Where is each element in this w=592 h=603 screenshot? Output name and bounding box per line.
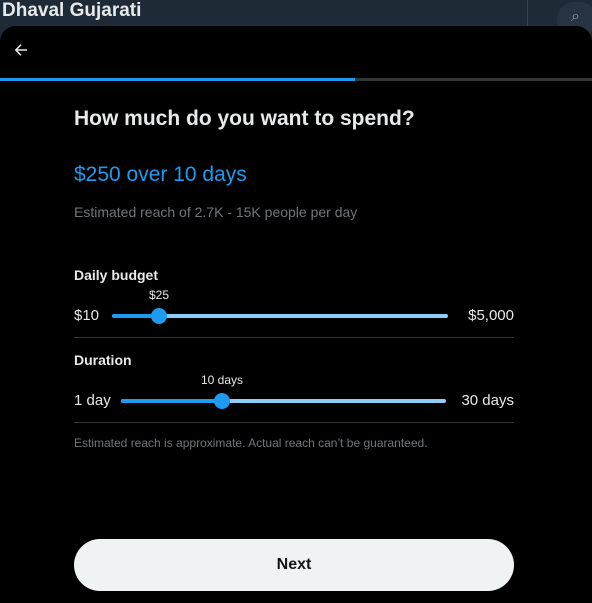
duration-slider[interactable] — [121, 393, 446, 409]
section-divider — [74, 337, 514, 338]
reach-disclaimer: Estimated reach is approximate. Actual r… — [74, 436, 428, 450]
step-progress-bar — [0, 78, 592, 81]
daily-budget-current-value: $25 — [148, 288, 170, 302]
duration-current-value: 10 days — [200, 373, 244, 387]
daily-budget-label: Daily budget — [74, 267, 159, 283]
duration-max-label: 30 days — [461, 392, 514, 409]
daily-budget-slider[interactable] — [112, 308, 448, 324]
duration-min-label: 1 day — [74, 392, 111, 409]
next-button[interactable]: Next — [74, 539, 514, 591]
daily-budget-slider-thumb[interactable] — [151, 308, 167, 324]
section-divider — [74, 422, 514, 423]
background-profile-name: Dhaval Gujarati — [2, 0, 142, 21]
daily-budget-max-label: $5,000 — [468, 307, 514, 324]
back-button[interactable] — [8, 37, 34, 63]
page-title: How much do you want to spend? — [74, 107, 415, 130]
promote-budget-modal: How much do you want to spend? $250 over… — [0, 26, 592, 603]
step-progress-fill — [0, 78, 356, 81]
search-icon: ⌕ — [571, 8, 580, 25]
duration-label: Duration — [74, 352, 132, 368]
duration-slider-thumb[interactable] — [214, 393, 230, 409]
daily-budget-min-label: $10 — [74, 307, 100, 324]
duration-slider-fill — [121, 399, 222, 403]
budget-summary: $250 over 10 days — [74, 163, 247, 186]
estimated-reach-text: Estimated reach of 2.7K - 15K people per… — [74, 204, 358, 220]
arrow-left-icon — [14, 44, 27, 56]
